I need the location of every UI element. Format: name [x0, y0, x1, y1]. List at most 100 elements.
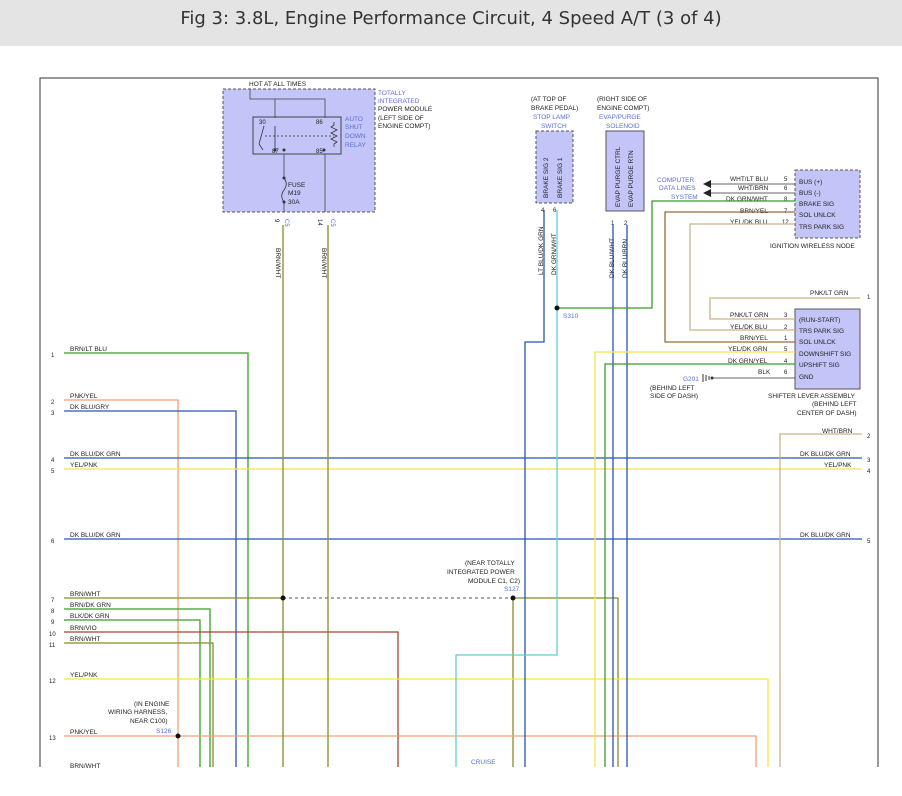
- lw-num-6: 6: [51, 539, 55, 545]
- lw-num-1: 1: [51, 353, 55, 359]
- lw-num-13: 13: [49, 736, 56, 742]
- tipm-wire-14-label: BRN/WHT: [320, 248, 327, 278]
- lw-label-5: YEL/PNK: [70, 462, 98, 469]
- tipm-conn-c5b: C5: [329, 219, 335, 227]
- ign-label-4: SOL UNLCK: [799, 212, 836, 219]
- evap-pin-label-ctrl: EVAP PURGE CTRL: [615, 146, 622, 207]
- sh-wire-1: PNK/LT GRN: [730, 312, 769, 319]
- lw-label-6: DK BLU/DK GRN: [70, 532, 121, 539]
- splice-dot-s127: [510, 595, 516, 601]
- ign-label-3: BRAKE SIG: [799, 201, 834, 208]
- ground-note-1: (BEHIND LEFT: [650, 385, 694, 392]
- ign-num-5: 12: [782, 220, 789, 226]
- left-wire-labels: 1 BRN/LT BLU 2 PNK/YEL 3 DK BLU/GRY 4 DK…: [49, 346, 121, 770]
- evap-name-3: EVAP/PURGE: [599, 114, 641, 121]
- ign-label-1: BUS (+): [799, 179, 822, 186]
- evap-name-1: (RIGHT SIDE OF: [597, 96, 647, 103]
- near-tipm-note-2: INTEGRATED POWER: [447, 569, 515, 576]
- lw-label-12: YEL/PNK: [70, 672, 98, 679]
- evap-pin-label-rtn: EVAP PURGE RTN: [628, 150, 635, 207]
- sh-label-5: UPSHIFT SIG: [799, 362, 840, 369]
- evap-name-2: ENGINE COMPT): [597, 105, 649, 112]
- ign-num-2: 6: [784, 186, 788, 192]
- relay-pin-85: 85: [316, 149, 323, 155]
- tipm-hot-label: HOT AT ALL TIMES: [249, 81, 307, 88]
- ign-wire-1: WHT/LT BLU: [730, 176, 768, 183]
- rw-num-1: 2: [867, 434, 871, 440]
- bus-minus-arrow: [703, 189, 711, 197]
- engine-harness-note-3: NEAR C100): [130, 718, 168, 725]
- lw-num-2: 2: [51, 400, 55, 406]
- lw-label-13: PNK/YEL: [70, 729, 98, 736]
- wire-traces: [64, 200, 862, 767]
- sh-wire-6: BLK: [758, 369, 771, 376]
- sh-wire-3: BRN/YEL: [740, 335, 768, 342]
- evap-name-4: SOLENOID: [606, 123, 640, 130]
- ign-num-3: 8: [784, 197, 788, 203]
- stop-lamp-name-1: (AT TOP OF: [531, 96, 567, 103]
- stop-lamp-name-2: BRAKE PEDAL): [531, 105, 578, 112]
- fuse-label-3: 30A: [288, 199, 300, 206]
- fuse-label-2: M19: [288, 190, 301, 197]
- wiring-diagram: HOT AT ALL TIMES TOTALLY INTEGRATED POWE…: [39, 77, 879, 770]
- fuse-label-1: FUSE: [288, 182, 306, 189]
- right-wire-labels: WHT/BRN 2 DK BLU/DK GRN 3 YEL/PNK 4 DK B…: [800, 428, 871, 545]
- sh-num-1: 3: [784, 313, 788, 319]
- sh-label-4: DOWNSHIFT SIG: [799, 351, 851, 358]
- splice-dot-row7: [280, 595, 286, 601]
- relay-pin-86: 86: [316, 120, 323, 126]
- sh-label-2: TRS PARK SIG: [799, 328, 844, 335]
- ign-label-5: TRS PARK SIG: [799, 224, 844, 231]
- lw-num-5: 5: [51, 469, 55, 475]
- evap-name-block: (RIGHT SIDE OF ENGINE COMPT) EVAP/PURGE …: [597, 96, 649, 130]
- sh-num-3: 1: [784, 336, 788, 342]
- tipm-name-2: INTEGRATED: [378, 98, 420, 105]
- lw-label-10: BRN/VIO: [70, 625, 97, 632]
- lw-num-10: 10: [49, 632, 56, 638]
- ign-label-2: BUS (-): [799, 190, 821, 197]
- lw-num-4: 4: [51, 458, 55, 464]
- lw-num-7: 7: [51, 598, 55, 604]
- splice-dot-s310: [554, 305, 560, 311]
- ground-symbol: [702, 374, 710, 382]
- ign-num-1: 5: [784, 177, 788, 183]
- relay-pin-30: 30: [259, 120, 266, 126]
- relay-name-2: SHUT: [345, 124, 363, 131]
- splice-s126: S126: [156, 728, 172, 735]
- lw-label-7: BRN/WHT: [70, 591, 100, 598]
- stop-lamp-switch: [535, 130, 574, 204]
- relay-name-3: DOWN: [345, 133, 366, 140]
- lw-num-11: 11: [49, 643, 56, 649]
- rw-label-4: DK BLU/DK GRN: [800, 532, 851, 539]
- lw-label-4: DK BLU/DK GRN: [70, 451, 121, 458]
- shifter-name-2: (BEHIND LEFT: [812, 401, 856, 408]
- lw-label-9: BLK/DK GRN: [70, 613, 110, 620]
- lw-label-11: BRN/WHT: [70, 636, 100, 643]
- tipm-conn-c5a: C5: [283, 219, 289, 227]
- engine-harness-note-1: (IN ENGINE: [134, 701, 170, 708]
- sh-label-6: GND: [799, 374, 814, 381]
- stop-lamp-pin-label-2: BRAKE SIG 2: [543, 157, 550, 198]
- ign-wire-5: YEL/DK BLU: [730, 219, 768, 226]
- ground-note-2: SIDE OF DASH): [650, 393, 698, 400]
- lw-num-9: 9: [51, 620, 55, 626]
- lw-label-8: BRN/DK GRN: [70, 602, 111, 609]
- sh-label-1: (RUN-START): [799, 317, 840, 324]
- stop-lamp-name-block: (AT TOP OF BRAKE PEDAL) STOP LAMP SWITCH: [531, 96, 578, 130]
- rw-label-1: WHT/BRN: [822, 428, 853, 435]
- ign-wire-2: WHT/BRN: [738, 185, 769, 192]
- evap-wire-2: DK BLU/BRN: [622, 239, 629, 278]
- stop-lamp-name-3: STOP LAMP: [533, 114, 570, 121]
- lw-label-14: BRN/WHT: [70, 763, 100, 770]
- sh-num-6: 6: [784, 370, 788, 376]
- lw-label-1: BRN/LT BLU: [70, 346, 107, 353]
- ign-wire-3: DK GRN/WHT: [726, 196, 768, 203]
- tipm-name-1: TOTALLY: [378, 90, 406, 97]
- bus-plus-arrow: [703, 180, 711, 188]
- sh-label-3: SOL UNLCK: [799, 339, 836, 346]
- splice-s310: S310: [563, 313, 579, 320]
- rw-label-3: YEL/PNK: [824, 462, 852, 469]
- rw-num-4: 5: [867, 539, 871, 545]
- shifter-name-1: SHIFTER LEVER ASSEMBLY: [768, 393, 856, 400]
- tipm-name-block: TOTALLY INTEGRATED POWER MODULE (LEFT SI…: [378, 90, 433, 130]
